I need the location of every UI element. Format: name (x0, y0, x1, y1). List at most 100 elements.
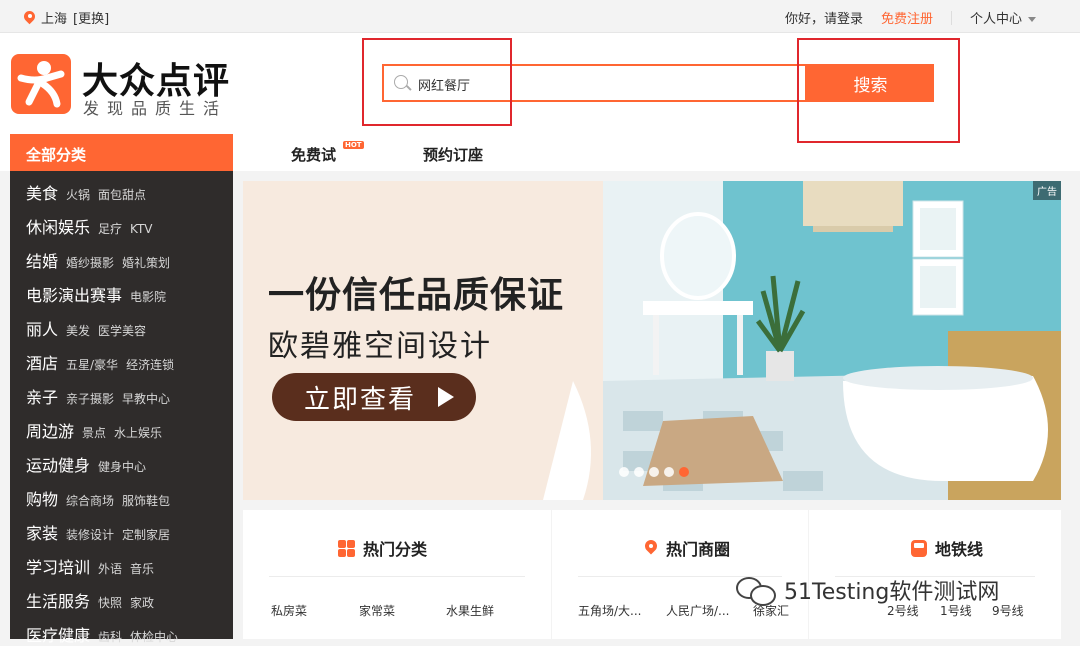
carousel-dot[interactable] (634, 467, 644, 477)
carousel-dot[interactable] (679, 467, 689, 477)
brand-slogan: 发现品质生活 (83, 99, 228, 118)
highlight-box-input (362, 38, 512, 126)
sidebar-subcategory-link[interactable]: 水上娱乐 (114, 424, 162, 441)
map-pin-icon (644, 540, 658, 557)
promo-banner[interactable]: 广告 一份信任品质保证 欧碧雅空间设计 立即查看 (243, 181, 1061, 500)
sidebar-subcategory-link[interactable]: 经济连锁 (126, 356, 174, 373)
sidebar-category-label[interactable]: 电影演出赛事 (26, 282, 122, 306)
carousel-dots (619, 467, 689, 477)
carousel-dot[interactable] (619, 467, 629, 477)
sidebar-category-item[interactable]: 医疗健康 齿科 体检中心 (26, 622, 178, 646)
sidebar-subcategory-link[interactable]: 综合商场 (66, 492, 114, 509)
sidebar-category-label[interactable]: 酒店 (26, 350, 58, 374)
personal-center-label: 个人中心 (969, 12, 1022, 27)
sidebar-category-item[interactable]: 生活服务 快照 家政 (26, 588, 154, 612)
hot-category-link[interactable]: 水果生鲜 (446, 602, 494, 619)
hot-area-link[interactable]: 人民广场/... (666, 602, 730, 619)
sidebar-category-item[interactable]: 结婚 婚纱摄影 婚礼策划 (26, 248, 170, 272)
sidebar-category-label[interactable]: 美食 (26, 180, 58, 204)
sidebar-subcategory-link[interactable]: 火锅 (66, 186, 90, 203)
sidebar-category-label[interactable]: 生活服务 (26, 588, 90, 612)
sidebar-subcategory-link[interactable]: KTV (130, 222, 152, 236)
sidebar-subcategory-link[interactable]: 服饰鞋包 (122, 492, 170, 509)
personal-center-menu[interactable]: 个人中心 (970, 8, 1036, 27)
play-arrow-icon (438, 387, 454, 407)
sidebar-category-item[interactable]: 美食 火锅 面包甜点 (26, 180, 146, 204)
sidebar-category-item[interactable]: 购物 综合商场 服饰鞋包 (26, 486, 170, 510)
sidebar-category-item[interactable]: 丽人 美发 医学美容 (26, 316, 146, 340)
sidebar-subcategory-link[interactable]: 电影院 (130, 288, 166, 305)
sidebar-category-label[interactable]: 学习培训 (26, 554, 90, 578)
sidebar-subcategory-link[interactable]: 早教中心 (122, 390, 170, 407)
free-trial-link[interactable]: 免费试 HOT (291, 141, 364, 165)
highlight-box-button (797, 38, 960, 143)
sidebar-subcategory-link[interactable]: 健身中心 (98, 458, 146, 475)
sidebar-subcategory-link[interactable]: 快照 (98, 594, 122, 611)
sidebar-category-item[interactable]: 休闲娱乐 足疗 KTV (26, 214, 153, 238)
register-link[interactable]: 免费注册 (881, 8, 933, 27)
carousel-dot[interactable] (664, 467, 674, 477)
sidebar-category-item[interactable]: 亲子 亲子摄影 早教中心 (26, 384, 170, 408)
sidebar-subcategory-link[interactable]: 景点 (82, 424, 106, 441)
dianping-logo-icon[interactable] (11, 54, 71, 114)
sidebar-category-item[interactable]: 家装 装修设计 定制家居 (26, 520, 170, 544)
hot-categories-heading: 热门分类 (338, 536, 427, 560)
sidebar-category-label[interactable]: 医疗健康 (26, 622, 90, 646)
sidebar-subcategory-link[interactable]: 亲子摄影 (66, 390, 114, 407)
sidebar-subcategory-link[interactable]: 婚纱摄影 (66, 254, 114, 271)
hot-category-link[interactable]: 家常菜 (359, 602, 395, 619)
sidebar-subcategory-link[interactable]: 足疗 (98, 220, 122, 237)
sidebar-category-label[interactable]: 购物 (26, 486, 58, 510)
sidebar-category-item[interactable]: 运动健身 健身中心 (26, 452, 146, 476)
sidebar-category-item[interactable]: 电影演出赛事 电影院 (26, 282, 166, 306)
hot-area-link[interactable]: 五角场/大... (578, 602, 642, 619)
hot-areas-heading: 热门商圈 (644, 536, 730, 560)
banner-cta-button[interactable]: 立即查看 (272, 373, 476, 421)
hot-categories-panel: 热门分类 私房菜 家常菜 水果生鲜 (243, 510, 551, 639)
sidebar-category-label[interactable]: 结婚 (26, 248, 58, 272)
hot-categories-title: 热门分类 (363, 540, 428, 559)
hot-category-link[interactable]: 私房菜 (271, 602, 307, 619)
city-selector[interactable]: 上海 [更换] (24, 8, 109, 27)
location-pin-icon (24, 11, 35, 25)
login-link[interactable]: 你好，请登录 (785, 8, 863, 27)
sidebar-subcategory-link[interactable]: 家政 (130, 594, 154, 611)
banner-title: 一份信任品质保证 (268, 275, 565, 316)
sidebar-category-label[interactable]: 休闲娱乐 (26, 214, 90, 238)
sidebar-subcategory-link[interactable]: 音乐 (130, 560, 154, 577)
chevron-down-icon (1028, 17, 1036, 22)
sidebar-subcategory-link[interactable]: 齿科 (98, 628, 122, 645)
carousel-dot[interactable] (649, 467, 659, 477)
divider (269, 576, 525, 577)
reserve-link[interactable]: 预约订座 (423, 144, 483, 165)
free-trial-label: 免费试 (291, 146, 337, 164)
divider (950, 10, 952, 25)
watermark: 51Testing软件测试网 (736, 574, 999, 606)
sidebar-category-label[interactable]: 家装 (26, 520, 58, 544)
change-city-link[interactable]: [更换] (73, 8, 109, 27)
sidebar-subcategory-link[interactable]: 外语 (98, 560, 122, 577)
sidebar-category-item[interactable]: 学习培训 外语 音乐 (26, 554, 154, 578)
wechat-icon (736, 575, 776, 606)
metro-title: 地铁线 (935, 540, 984, 559)
sidebar-category-label[interactable]: 丽人 (26, 316, 58, 340)
sidebar-subcategory-link[interactable]: 美发 (66, 322, 90, 339)
metro-heading: 地铁线 (911, 536, 983, 560)
category-sidebar: 美食 火锅 面包甜点 休闲娱乐 足疗 KTV 结婚 婚纱摄影 婚礼策划 电影演出赛事 电影院 丽人 美发… (10, 171, 233, 645)
sidebar-subcategory-link[interactable]: 五星/豪华 (66, 356, 118, 373)
sidebar-subcategory-link[interactable]: 面包甜点 (98, 186, 146, 203)
watermark-text: 51Testing软件测试网 (784, 580, 1000, 605)
banner-cta-label: 立即查看 (304, 385, 417, 415)
sidebar-category-item[interactable]: 周边游 景点 水上娱乐 (26, 418, 162, 442)
sidebar-category-label[interactable]: 周边游 (26, 418, 74, 442)
all-categories-title[interactable]: 全部分类 (10, 134, 233, 171)
sidebar-subcategory-link[interactable]: 体检中心 (130, 628, 178, 645)
sidebar-category-label[interactable]: 亲子 (26, 384, 58, 408)
sidebar-category-label[interactable]: 运动健身 (26, 452, 90, 476)
sidebar-subcategory-link[interactable]: 装修设计 (66, 526, 114, 543)
sidebar-category-item[interactable]: 酒店 五星/豪华 经济连锁 (26, 350, 174, 374)
sidebar-subcategory-link[interactable]: 定制家居 (122, 526, 170, 543)
sidebar-subcategory-link[interactable]: 婚礼策划 (122, 254, 170, 271)
hot-badge: HOT (343, 141, 364, 149)
sidebar-subcategory-link[interactable]: 医学美容 (98, 322, 146, 339)
